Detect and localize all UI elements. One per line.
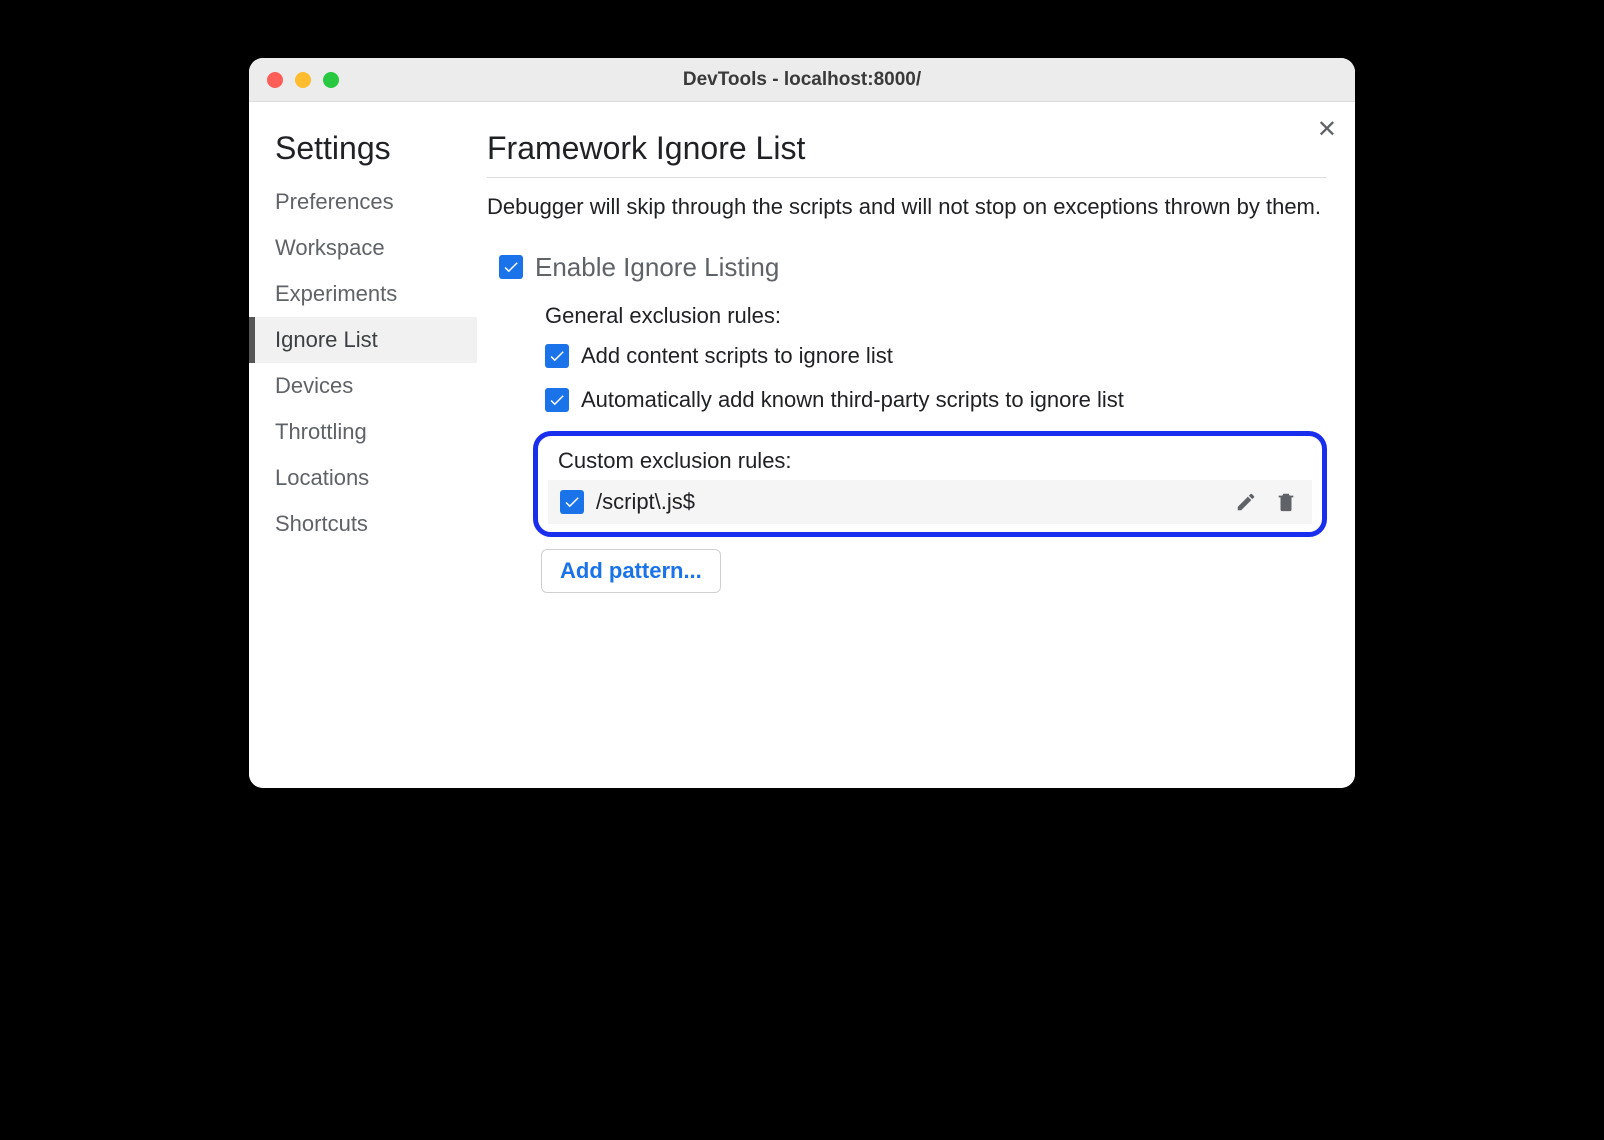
enable-ignore-listing-label: Enable Ignore Listing <box>535 252 779 283</box>
pencil-icon <box>1235 491 1257 513</box>
custom-rules-heading: Custom exclusion rules: <box>558 448 1312 474</box>
settings-body: ✕ Settings Preferences Workspace Experim… <box>249 102 1355 788</box>
custom-rule-checkbox-0[interactable] <box>560 490 584 514</box>
check-icon <box>548 391 566 409</box>
trash-icon <box>1275 491 1297 513</box>
sidebar-item-shortcuts[interactable]: Shortcuts <box>249 501 477 547</box>
traffic-lights <box>267 72 339 88</box>
delete-rule-button[interactable] <box>1272 488 1300 516</box>
maximize-window-button[interactable] <box>323 72 339 88</box>
general-rules-heading: General exclusion rules: <box>545 303 1327 329</box>
edit-rule-button[interactable] <box>1232 488 1260 516</box>
main-panel: Framework Ignore List Debugger will skip… <box>477 102 1355 788</box>
sidebar-item-locations[interactable]: Locations <box>249 455 477 501</box>
check-icon <box>563 493 581 511</box>
add-pattern-button[interactable]: Add pattern... <box>541 549 721 593</box>
window-title: DevTools - localhost:8000/ <box>683 69 921 91</box>
sidebar-item-throttling[interactable]: Throttling <box>249 409 477 455</box>
sidebar-item-devices[interactable]: Devices <box>249 363 477 409</box>
check-icon <box>548 347 566 365</box>
sidebar-item-ignore-list[interactable]: Ignore List <box>249 317 477 363</box>
sidebar-item-preferences[interactable]: Preferences <box>249 179 477 225</box>
sidebar-title: Settings <box>249 130 477 179</box>
custom-rule-pattern-0: /script\.js$ <box>596 489 1220 515</box>
general-rule-checkbox-0[interactable] <box>545 344 569 368</box>
devtools-window: DevTools - localhost:8000/ ✕ Settings Pr… <box>249 58 1355 788</box>
enable-ignore-listing-checkbox[interactable] <box>499 255 523 279</box>
close-icon[interactable]: ✕ <box>1317 118 1337 142</box>
titlebar: DevTools - localhost:8000/ <box>249 58 1355 102</box>
close-window-button[interactable] <box>267 72 283 88</box>
general-rule-row-1: Automatically add known third-party scri… <box>545 387 1327 413</box>
sidebar-item-workspace[interactable]: Workspace <box>249 225 477 271</box>
page-title: Framework Ignore List <box>487 130 1327 178</box>
page-description: Debugger will skip through the scripts a… <box>487 192 1327 222</box>
general-rule-label-0: Add content scripts to ignore list <box>581 343 893 369</box>
sidebar-item-experiments[interactable]: Experiments <box>249 271 477 317</box>
sidebar: Settings Preferences Workspace Experimen… <box>249 102 477 788</box>
general-rules-section: General exclusion rules: Add content scr… <box>545 303 1327 413</box>
enable-ignore-listing-row: Enable Ignore Listing <box>499 252 1327 283</box>
check-icon <box>502 258 520 276</box>
custom-rule-row-0: /script\.js$ <box>548 480 1312 524</box>
general-rule-row-0: Add content scripts to ignore list <box>545 343 1327 369</box>
custom-rules-highlight: Custom exclusion rules: /script\.js$ <box>533 431 1327 537</box>
minimize-window-button[interactable] <box>295 72 311 88</box>
general-rule-checkbox-1[interactable] <box>545 388 569 412</box>
general-rule-label-1: Automatically add known third-party scri… <box>581 387 1124 413</box>
